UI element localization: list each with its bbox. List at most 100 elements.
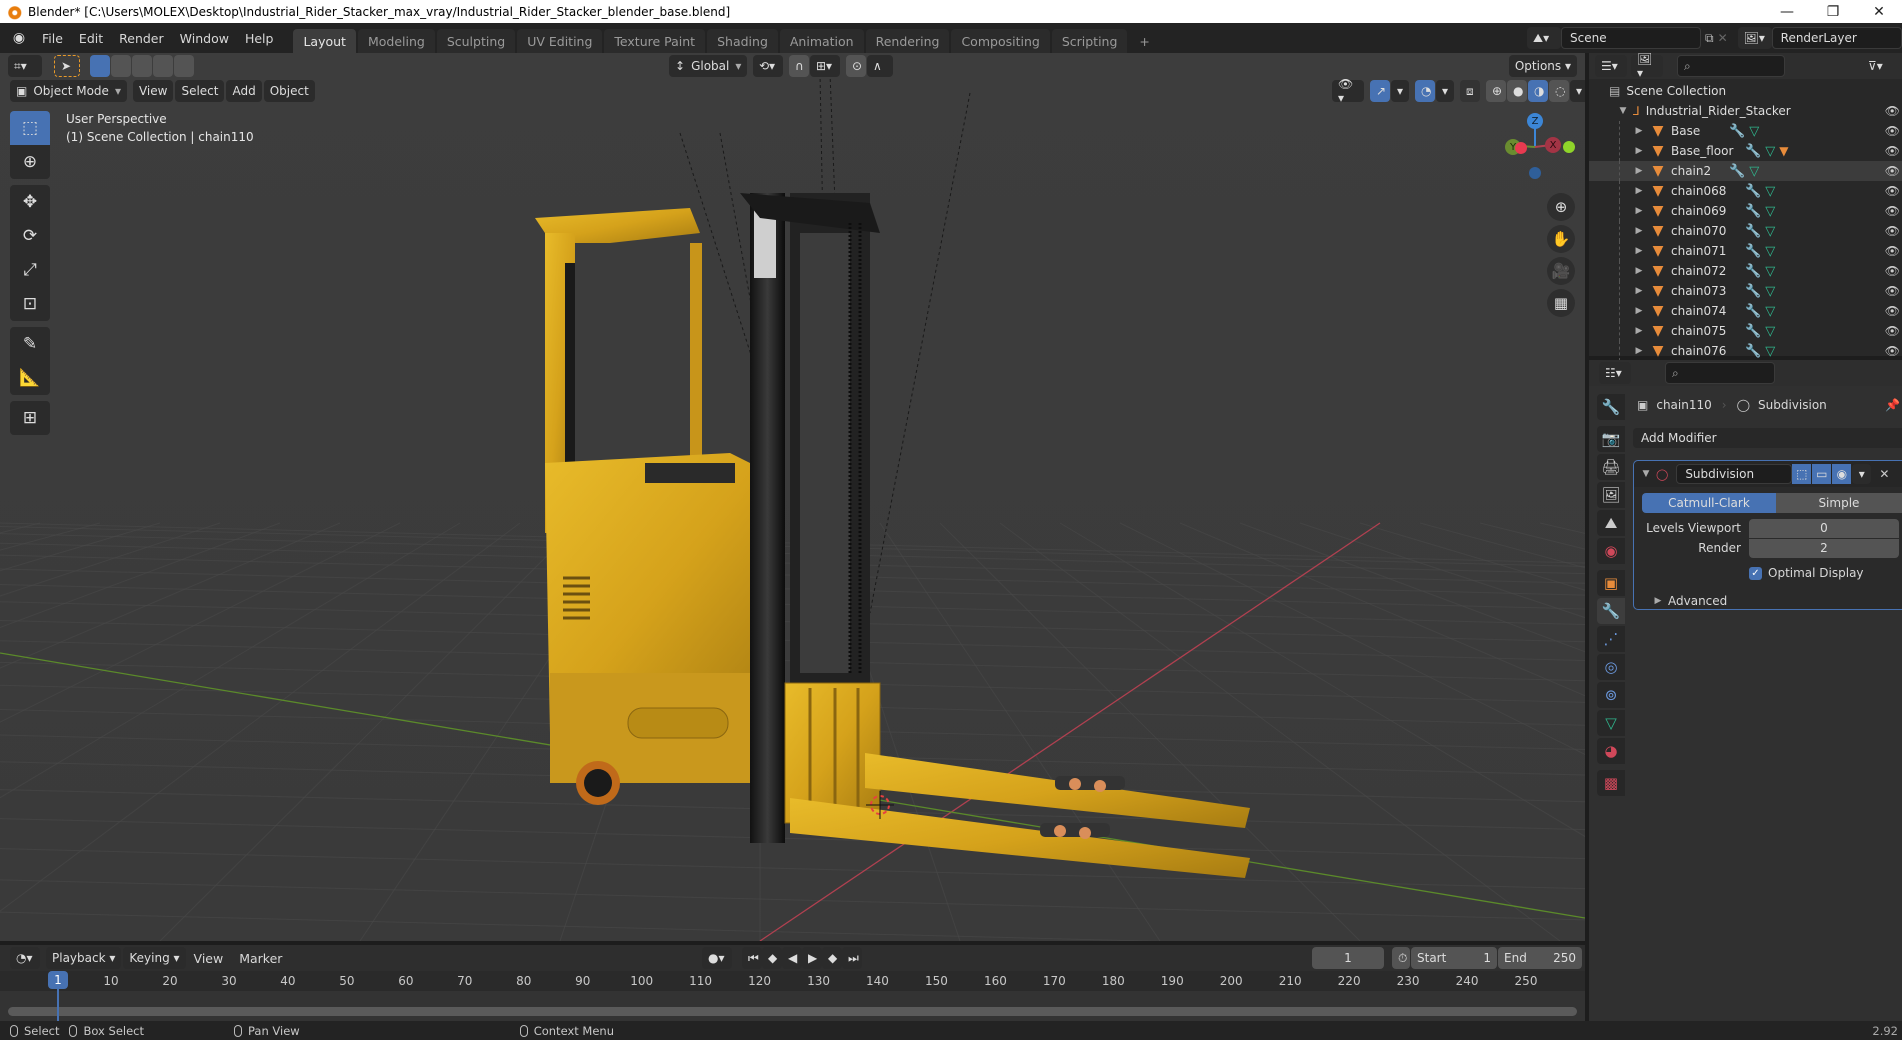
- next-keyframe-icon[interactable]: ◆: [822, 947, 842, 969]
- shading-dropdown-icon[interactable]: ▾: [1570, 80, 1585, 102]
- scene-selector-icon[interactable]: ⛰▾: [1527, 27, 1561, 49]
- expand-object-icon[interactable]: ▶: [1633, 126, 1645, 136]
- outliner-object-row[interactable]: ▶ ▼ chain073 🔧 ▽ 👁: [1589, 281, 1902, 301]
- modifier-wrench-icon[interactable]: 🔧: [1745, 184, 1761, 199]
- mesh-data-icon[interactable]: ▽: [1765, 284, 1775, 299]
- proportional-falloff-icon[interactable]: ∧: [867, 55, 893, 77]
- play-reverse-icon[interactable]: ◀: [782, 947, 802, 969]
- viewport-menu-object[interactable]: Object: [263, 80, 315, 102]
- visibility-eye-icon[interactable]: 👁: [1885, 264, 1900, 278]
- preview-range-icon[interactable]: ⏱: [1392, 947, 1410, 969]
- expand-object-icon[interactable]: ▶: [1633, 266, 1645, 276]
- timeline-ruler[interactable]: 10 20 30 40 50 60 70 80 90 100 110 120 130 140 150 160 1…: [0, 971, 1585, 991]
- wireframe-shading-icon[interactable]: ⊕: [1486, 80, 1506, 102]
- modifier-wrench-icon[interactable]: 🔧: [1745, 304, 1761, 319]
- viewport-menu-add[interactable]: Add: [226, 80, 262, 102]
- material-preview-shading-icon[interactable]: ◑: [1528, 80, 1548, 102]
- pin-icon[interactable]: 📌: [1885, 398, 1900, 412]
- workspace-tab-texture-paint[interactable]: Texture Paint: [604, 29, 706, 53]
- jump-to-start-icon[interactable]: ⏮: [742, 947, 762, 969]
- output-tab-icon[interactable]: 🖨: [1597, 454, 1625, 480]
- mesh-data-icon[interactable]: ▽: [1765, 224, 1775, 239]
- workspace-tab-scripting[interactable]: Scripting: [1051, 29, 1128, 53]
- gizmo-x-axis[interactable]: X: [1545, 137, 1561, 153]
- gizmo-neg-x[interactable]: [1563, 141, 1575, 153]
- select-mode-extend-icon[interactable]: [111, 55, 131, 77]
- visibility-eye-icon[interactable]: 👁: [1885, 144, 1900, 158]
- view-layer-field[interactable]: RenderLayer: [1771, 27, 1902, 49]
- modifier-wrench-icon[interactable]: 🔧: [1729, 164, 1745, 179]
- overlays-dropdown-icon[interactable]: ▾: [1436, 80, 1454, 102]
- close-button[interactable]: ✕: [1856, 0, 1902, 23]
- menu-help[interactable]: Help: [237, 23, 282, 53]
- rendered-shading-icon[interactable]: ◌: [1549, 80, 1569, 102]
- mesh-data-icon[interactable]: ▽: [1765, 184, 1775, 199]
- expand-object-icon[interactable]: ▶: [1633, 286, 1645, 296]
- previous-keyframe-icon[interactable]: ◆: [762, 947, 782, 969]
- move-tool-icon[interactable]: ✥: [10, 185, 50, 219]
- render-toggle-icon[interactable]: ◉: [1832, 464, 1852, 484]
- camera-view-icon[interactable]: 🎥: [1547, 257, 1575, 285]
- expand-object-icon[interactable]: ▶: [1633, 326, 1645, 336]
- menu-file[interactable]: File: [34, 23, 71, 53]
- mesh-data-icon[interactable]: ▽: [1765, 344, 1775, 359]
- pivot-point-icon[interactable]: ⟲▾: [753, 55, 783, 77]
- particles-tab-icon[interactable]: ⋰: [1597, 626, 1625, 652]
- collapse-modifier-icon[interactable]: ▼: [1640, 469, 1652, 479]
- outliner-filter-icon[interactable]: ⊽▾: [1862, 55, 1892, 77]
- timeline-scrollbar[interactable]: [8, 1007, 1577, 1016]
- view-layer-tab-icon[interactable]: 🖼: [1597, 482, 1625, 508]
- outliner-object-row[interactable]: ▶ ▼ chain072 🔧 ▽ 👁: [1589, 261, 1902, 281]
- visibility-eye-icon[interactable]: 👁: [1885, 124, 1900, 138]
- end-frame-field[interactable]: End 250: [1498, 947, 1582, 969]
- start-frame-field[interactable]: Start 1: [1411, 947, 1497, 969]
- workspace-tab-animation[interactable]: Animation: [779, 29, 864, 53]
- outliner-object-row[interactable]: ▶ ▼ chain074 🔧 ▽ 👁: [1589, 301, 1902, 321]
- expand-object-icon[interactable]: ▶: [1633, 186, 1645, 196]
- visibility-eye-icon[interactable]: 👁: [1885, 284, 1900, 298]
- modifier-wrench-icon[interactable]: 🔧: [1745, 324, 1761, 339]
- snap-toggle-icon[interactable]: ∩: [789, 55, 809, 77]
- options-dropdown[interactable]: Options ▾: [1508, 55, 1577, 77]
- viewport-menu-view[interactable]: View: [132, 80, 174, 102]
- edit-mode-toggle-icon[interactable]: ⬚: [1792, 464, 1812, 484]
- measure-tool-icon[interactable]: 📐: [10, 361, 50, 395]
- properties-search-input[interactable]: ⌕: [1665, 362, 1775, 384]
- select-mode-intersect-icon[interactable]: [174, 55, 194, 77]
- timeline-track[interactable]: [0, 991, 1585, 1021]
- modifier-wrench-icon[interactable]: 🔧: [1745, 264, 1761, 279]
- menu-render[interactable]: Render: [111, 23, 172, 53]
- mesh-data-icon[interactable]: ▽: [1765, 204, 1775, 219]
- visibility-eye-icon[interactable]: 👁: [1885, 344, 1900, 358]
- outliner-display-mode-icon[interactable]: 🖼▾: [1631, 52, 1663, 80]
- visibility-eye-icon[interactable]: 👁: [1885, 224, 1900, 238]
- remove-modifier-icon[interactable]: ✕: [1879, 467, 1889, 481]
- outliner-object-row[interactable]: ▶ ▼ Base_floor 🔧 ▽ ▼ 👁: [1589, 141, 1902, 161]
- viewport-display-toggle-icon[interactable]: ▭: [1812, 464, 1832, 484]
- visibility-eye-icon[interactable]: 👁: [1885, 204, 1900, 218]
- expand-object-icon[interactable]: ▶: [1633, 306, 1645, 316]
- visibility-eye-icon[interactable]: 👁: [1885, 324, 1900, 338]
- play-icon[interactable]: ▶: [802, 947, 822, 969]
- delete-scene-icon[interactable]: ✕: [1718, 31, 1728, 45]
- 3d-viewport[interactable]: ⌗▾ ➤ ↕ Global ▾ ⟲▾ ∩ ⊞▾ ⊙ ∧ Options ▾ ▣ Obj…: [0, 53, 1585, 941]
- modifier-wrench-icon[interactable]: 🔧: [1745, 144, 1761, 159]
- gizmo-neg-y[interactable]: [1515, 142, 1527, 154]
- outliner-object-row[interactable]: ▶ ▼ chain075 🔧 ▽ 👁: [1589, 321, 1902, 341]
- modifier-dropdown-icon[interactable]: ▾: [1852, 464, 1872, 484]
- workspace-tab-layout[interactable]: Layout: [293, 29, 356, 53]
- select-tool-icon[interactable]: ➤: [54, 55, 80, 77]
- keying-menu[interactable]: Keying ▾: [123, 947, 186, 969]
- visibility-eye-icon[interactable]: 👁: [1885, 184, 1900, 198]
- expand-object-icon[interactable]: ▶: [1633, 166, 1645, 176]
- restore-button[interactable]: ❐: [1810, 0, 1856, 23]
- jump-to-end-icon[interactable]: ⏭: [842, 947, 862, 969]
- scale-tool-icon[interactable]: ⤢: [10, 253, 50, 287]
- outliner-object-row[interactable]: ▶ ▼ chain069 🔧 ▽ 👁: [1589, 201, 1902, 221]
- gizmo-z-axis[interactable]: Z: [1527, 113, 1543, 129]
- outliner-object-row[interactable]: ▶ ▼ chain071 🔧 ▽ 👁: [1589, 241, 1902, 261]
- constraints-tab-icon[interactable]: ⊚: [1597, 682, 1625, 708]
- expand-collection-icon[interactable]: ▼: [1617, 106, 1629, 116]
- workspace-tab-modeling[interactable]: Modeling: [357, 29, 435, 53]
- workspace-tab-rendering[interactable]: Rendering: [865, 29, 950, 53]
